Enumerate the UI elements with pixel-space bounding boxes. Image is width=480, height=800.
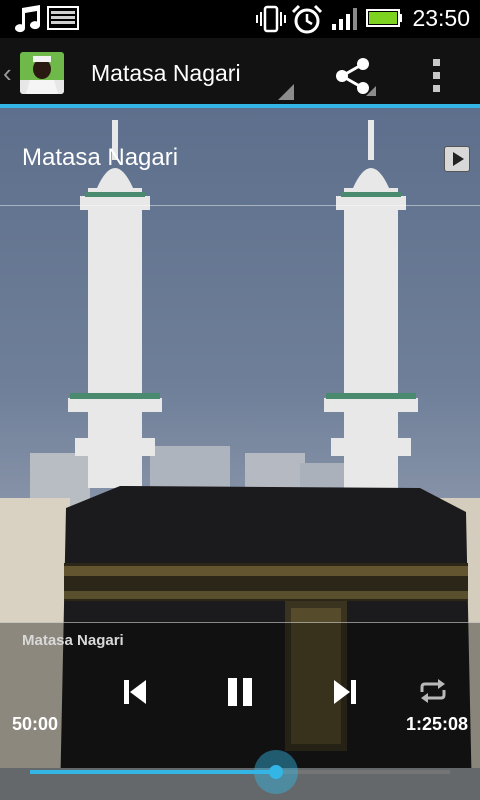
action-bar: ‹ Matasa Nagari bbox=[0, 38, 480, 108]
vibrate-icon bbox=[256, 5, 286, 33]
app-icon[interactable] bbox=[20, 52, 64, 94]
chevron-left-icon[interactable]: ‹ bbox=[3, 60, 12, 86]
previous-icon[interactable] bbox=[122, 676, 148, 708]
battery-icon bbox=[366, 9, 402, 27]
title-dropdown-indicator bbox=[278, 84, 294, 100]
list-item[interactable]: Matasa Nagari bbox=[0, 108, 480, 206]
divider bbox=[0, 205, 480, 206]
divider bbox=[0, 622, 480, 623]
total-time: 1:25:08 bbox=[405, 714, 468, 734]
app-title[interactable]: Matasa Nagari bbox=[91, 60, 241, 87]
play-icon[interactable] bbox=[444, 146, 470, 172]
status-time: 23:50 bbox=[412, 5, 470, 31]
track-title: Matasa Nagari bbox=[22, 144, 179, 171]
seek-bar[interactable] bbox=[30, 750, 450, 794]
elapsed-time: 50:00 bbox=[12, 714, 59, 734]
seek-progress bbox=[30, 770, 276, 774]
content-area: Matasa Nagari Matasa Nagari 50:00 1:25:0… bbox=[0, 108, 480, 800]
player-panel: Matasa Nagari 50:00 1:25:08 bbox=[0, 622, 480, 800]
overflow-menu-icon[interactable] bbox=[424, 56, 450, 96]
keyboard-icon bbox=[47, 6, 79, 30]
share-dropdown-indicator bbox=[366, 86, 376, 96]
music-note-icon bbox=[15, 5, 41, 33]
repeat-icon[interactable] bbox=[418, 678, 448, 704]
seek-thumb[interactable] bbox=[253, 750, 298, 794]
now-playing-title: Matasa Nagari bbox=[22, 632, 124, 649]
next-icon[interactable] bbox=[332, 676, 358, 708]
alarm-icon bbox=[291, 4, 323, 34]
status-bar: 23:50 bbox=[0, 0, 480, 38]
signal-icon bbox=[332, 8, 357, 30]
pause-icon[interactable] bbox=[226, 676, 254, 708]
